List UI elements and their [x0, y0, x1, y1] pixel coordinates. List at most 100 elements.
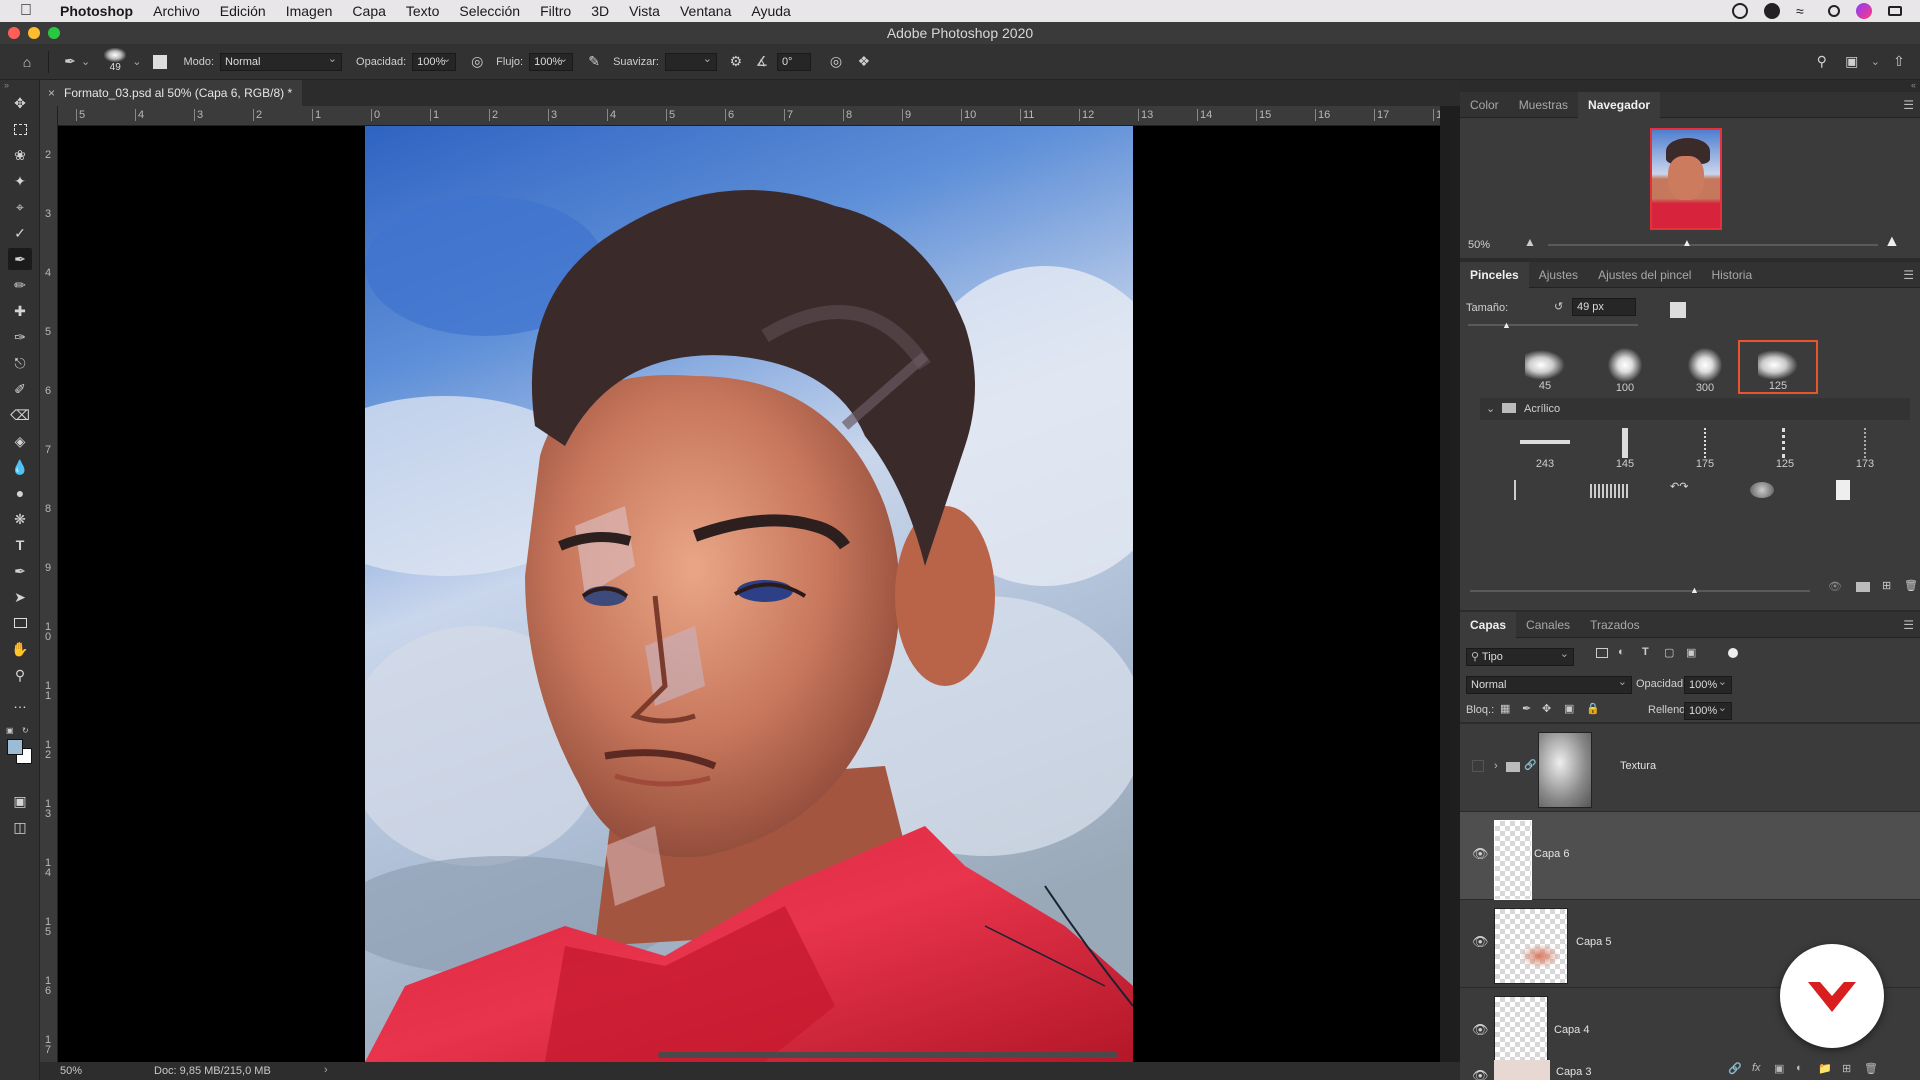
brush-preset-selected[interactable]: 125: [1738, 340, 1818, 394]
close-tab-icon[interactable]: ×: [48, 80, 55, 106]
eye-icon[interactable]: 👁: [1472, 934, 1489, 950]
brush-preset[interactable]: 45: [1506, 346, 1584, 396]
brush-tool-icon[interactable]: ✒: [8, 248, 32, 270]
document-tab[interactable]: × Formato_03.psd al 50% (Capa 6, RGB/8) …: [40, 80, 302, 106]
filter-adjustment-icon[interactable]: ◐: [1618, 646, 1625, 658]
pen-tool-icon[interactable]: ✒: [8, 560, 32, 582]
horizontal-ruler[interactable]: 543210123456789101112131415161718: [58, 106, 1440, 126]
more-tools-icon[interactable]: …: [8, 692, 32, 714]
pressure-opacity-icon[interactable]: ◎: [466, 51, 488, 73]
menu-archivo[interactable]: Archivo: [143, 3, 210, 19]
group-chevron-icon[interactable]: ⌄: [1486, 402, 1495, 415]
delete-layer-icon[interactable]: 🗑: [1864, 1062, 1878, 1075]
smoothing-options-gear-icon[interactable]: ⚙: [725, 51, 747, 73]
brush-size-slider[interactable]: [1468, 324, 1638, 326]
filter-toggle-icon[interactable]: [1728, 648, 1738, 658]
new-group-icon[interactable]: 📁: [1818, 1062, 1832, 1075]
filter-shape-icon[interactable]: ▢: [1664, 646, 1674, 659]
menu-filtro[interactable]: Filtro: [530, 3, 581, 19]
opacity-input[interactable]: 100%: [412, 51, 457, 71]
tab-historia[interactable]: Historia: [1701, 262, 1762, 288]
menu-imagen[interactable]: Imagen: [276, 3, 343, 19]
apple-icon[interactable]: : [20, 2, 38, 20]
wifi-icon[interactable]: ≈: [1796, 3, 1812, 19]
magic-wand-tool-icon[interactable]: ✦: [8, 170, 32, 192]
brush-preset[interactable]: 300: [1666, 346, 1744, 396]
visibility-toggle-icon[interactable]: 👁: [1828, 580, 1842, 593]
pencil-tool-icon[interactable]: ✏: [8, 274, 32, 296]
share-icon[interactable]: ⇧: [1888, 51, 1910, 73]
creative-cloud-icon[interactable]: [1764, 3, 1780, 19]
dodge-tool-icon[interactable]: ●: [8, 482, 32, 504]
tab-ajustes[interactable]: Ajustes: [1529, 262, 1588, 288]
brush-preset[interactable]: 243: [1506, 428, 1584, 478]
painting-canvas[interactable]: [365, 126, 1133, 1062]
swap-colors-icon[interactable]: ↻: [22, 726, 29, 735]
angle-input[interactable]: 0°: [776, 52, 811, 71]
eraser-tool-icon[interactable]: ⌫: [8, 404, 32, 426]
default-colors-icon[interactable]: ▣: [6, 726, 14, 735]
home-icon[interactable]: ⌂: [16, 51, 38, 73]
marquee-tool-icon[interactable]: [8, 118, 32, 140]
eye-icon[interactable]: 👁: [1472, 1022, 1489, 1038]
type-tool-icon[interactable]: T: [8, 534, 32, 556]
brush-group-row[interactable]: ⌄ Acrílico: [1480, 398, 1910, 420]
lock-artboard-icon[interactable]: ▣: [1564, 702, 1574, 715]
brush-thumb-size-slider[interactable]: [1470, 590, 1810, 592]
search-icon[interactable]: ⚲: [1811, 51, 1833, 73]
lasso-tool-icon[interactable]: ❀: [8, 144, 32, 166]
new-group-icon[interactable]: [1856, 582, 1870, 592]
layer-filter-select[interactable]: ⚲ Tipo: [1466, 646, 1574, 666]
brush-picker-chevron-icon[interactable]: ⌄: [132, 55, 141, 68]
menu-app[interactable]: Photoshop: [50, 3, 143, 19]
crop-tool-icon[interactable]: ⌖: [8, 196, 32, 218]
delete-brush-icon[interactable]: 🗑: [1904, 579, 1918, 592]
adjustment-layer-icon[interactable]: ◐: [1796, 1062, 1803, 1074]
record-icon[interactable]: [1732, 3, 1748, 19]
brush-preset[interactable]: 100: [1586, 346, 1664, 396]
panel-menu-icon[interactable]: ☰: [1903, 98, 1914, 112]
tab-muestras[interactable]: Muestras: [1509, 92, 1578, 118]
menu-edicion[interactable]: Edición: [210, 3, 276, 19]
airbrush-icon[interactable]: ✎: [583, 51, 605, 73]
symmetry-icon[interactable]: ❖: [853, 51, 875, 73]
tab-trazados[interactable]: Trazados: [1580, 612, 1650, 638]
blur-tool-icon[interactable]: 💧: [8, 456, 32, 478]
status-menu-arrow-icon[interactable]: ›: [324, 1064, 328, 1076]
screen-mode-icon[interactable]: ◫: [8, 816, 32, 838]
brush-size-slider-thumb[interactable]: ▲: [1502, 320, 1511, 330]
layer-row-textura[interactable]: › 🔗 Textura: [1460, 724, 1920, 812]
layer-mask-icon[interactable]: ▣: [1774, 1062, 1784, 1075]
lock-transparent-icon[interactable]: ▦: [1500, 702, 1510, 715]
eyedropper-tool-icon[interactable]: ✓: [8, 222, 32, 244]
flow-input[interactable]: 100%: [529, 51, 574, 71]
menu-ventana[interactable]: Ventana: [670, 3, 741, 19]
menu-3d[interactable]: 3D: [581, 3, 619, 19]
siri-icon[interactable]: [1856, 3, 1872, 19]
visibility-toggle-off[interactable]: [1472, 760, 1484, 772]
tab-pinceles[interactable]: Pinceles: [1460, 261, 1529, 288]
clone-stamp-tool-icon[interactable]: ⎋: [8, 352, 32, 374]
link-layers-icon[interactable]: 🔗: [1728, 1062, 1742, 1075]
brush-preset[interactable]: 125: [1746, 428, 1824, 478]
zoom-out-icon[interactable]: ▲: [1524, 235, 1536, 249]
lock-all-icon[interactable]: 🔒: [1586, 702, 1600, 715]
close-window-button[interactable]: [8, 27, 20, 39]
layer-opacity-input[interactable]: 100%: [1684, 674, 1732, 694]
eye-icon[interactable]: 👁: [1472, 846, 1489, 862]
new-brush-icon[interactable]: [1670, 302, 1686, 318]
navigator-zoom-slider-thumb[interactable]: ▲: [1682, 238, 1692, 249]
zoom-tool-icon[interactable]: ⚲: [8, 664, 32, 686]
pressure-size-icon[interactable]: ◎: [825, 51, 847, 73]
brush-size-input[interactable]: 49 px: [1572, 298, 1636, 316]
paint-bucket-tool-icon[interactable]: ◈: [8, 430, 32, 452]
navigator-zoom-slider[interactable]: [1548, 244, 1878, 246]
tab-navegador[interactable]: Navegador: [1578, 91, 1661, 118]
workspace-icon[interactable]: ▣: [1841, 51, 1863, 73]
filter-type-icon[interactable]: T: [1642, 646, 1649, 658]
history-brush-tool-icon[interactable]: ✐: [8, 378, 32, 400]
filter-smart-object-icon[interactable]: ▣: [1686, 646, 1696, 659]
canvas-area[interactable]: [58, 126, 1440, 1062]
brush-thumb-size-slider-thumb[interactable]: ▲: [1690, 585, 1699, 595]
new-layer-icon[interactable]: ⊞: [1842, 1062, 1851, 1075]
